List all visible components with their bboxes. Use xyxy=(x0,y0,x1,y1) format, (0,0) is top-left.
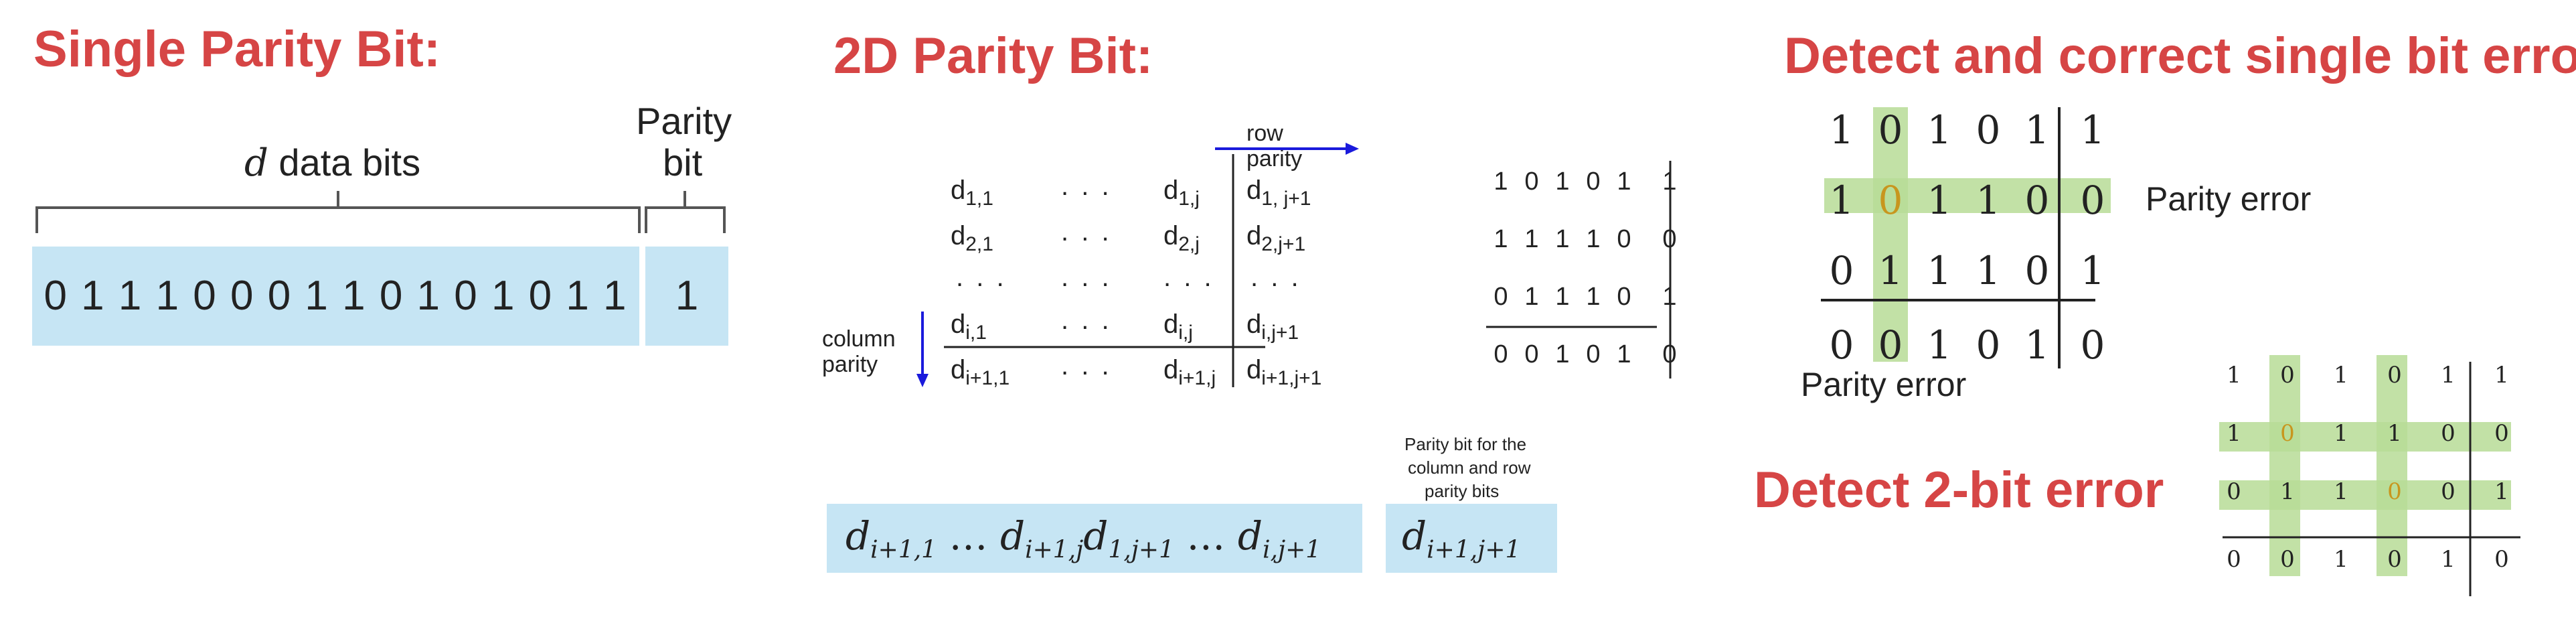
symbolic-entry-r0-c2: d1, j+1 xyxy=(1246,176,1311,210)
row-parity-arrowhead xyxy=(1346,143,1359,155)
symbolic-entry-r2-c1: di,j xyxy=(1163,310,1193,344)
double-error-matrix-rules xyxy=(2223,362,2520,596)
single-error-title: Detect and correct single bit error xyxy=(1784,27,2576,84)
symbolic-dots-r0: . . . xyxy=(1061,172,1112,201)
symbolic-entry-r2-c0: di,1 xyxy=(951,310,987,344)
symbolic-entry-r3-c2: di+1,j+1 xyxy=(1246,355,1322,389)
parity-note-line3: parity bits xyxy=(1425,481,1500,501)
parity-note-line1: Parity bit for the xyxy=(1404,434,1527,454)
symbolic-dots-r2: . . . xyxy=(1061,305,1112,335)
symbolic-entry-r3-c0: di+1,1 xyxy=(951,355,1010,389)
single-error-matrix-rules xyxy=(1821,107,2095,368)
parity-row-formula-box: di+1,1 … di+1,jd1,j+1 … di,j+1 xyxy=(827,504,1362,573)
single-error-row-label: Parity error xyxy=(2146,180,2312,218)
symbolic-dots-mid-3: . . . xyxy=(1251,263,1301,292)
symbolic-dots-r3: . . . xyxy=(1061,351,1112,381)
single-error-col-label: Parity error xyxy=(1801,366,1967,403)
corner-parity-formula: di+1,j+1 xyxy=(1402,513,1521,564)
column-parity-arrowhead xyxy=(916,374,929,387)
symbolic-entry-r1-c2: d2,j+1 xyxy=(1246,221,1306,255)
symbolic-dots-r1: . . . xyxy=(1061,217,1112,247)
symbolic-entry-r1-c0: d2,1 xyxy=(951,221,993,255)
symbolic-entry-r3-c1: di+1,j xyxy=(1163,355,1216,389)
symbolic-entry-r2-c2: di,j+1 xyxy=(1246,310,1299,344)
parity-row-formula: di+1,1 … di+1,jd1,j+1 … di,j+1 xyxy=(846,513,1321,564)
example-matrix-rules xyxy=(1486,161,1672,379)
parity-note-line2: column and row xyxy=(1408,458,1531,478)
symbolic-dots-mid-0: . . . xyxy=(956,263,1007,292)
symbolic-entry-r0-c1: d1,j xyxy=(1163,176,1200,210)
double-error-title: Detect 2-bit error xyxy=(1754,462,2164,519)
symbolic-dots-mid-2: . . . xyxy=(1163,263,1214,292)
symbolic-dots-mid-1: . . . xyxy=(1061,263,1112,292)
corner-parity-box: di+1,j+1 xyxy=(1386,504,1557,573)
symbolic-entry-r1-c1: d2,j xyxy=(1163,221,1200,255)
symbolic-entry-r0-c0: d1,1 xyxy=(951,176,993,210)
